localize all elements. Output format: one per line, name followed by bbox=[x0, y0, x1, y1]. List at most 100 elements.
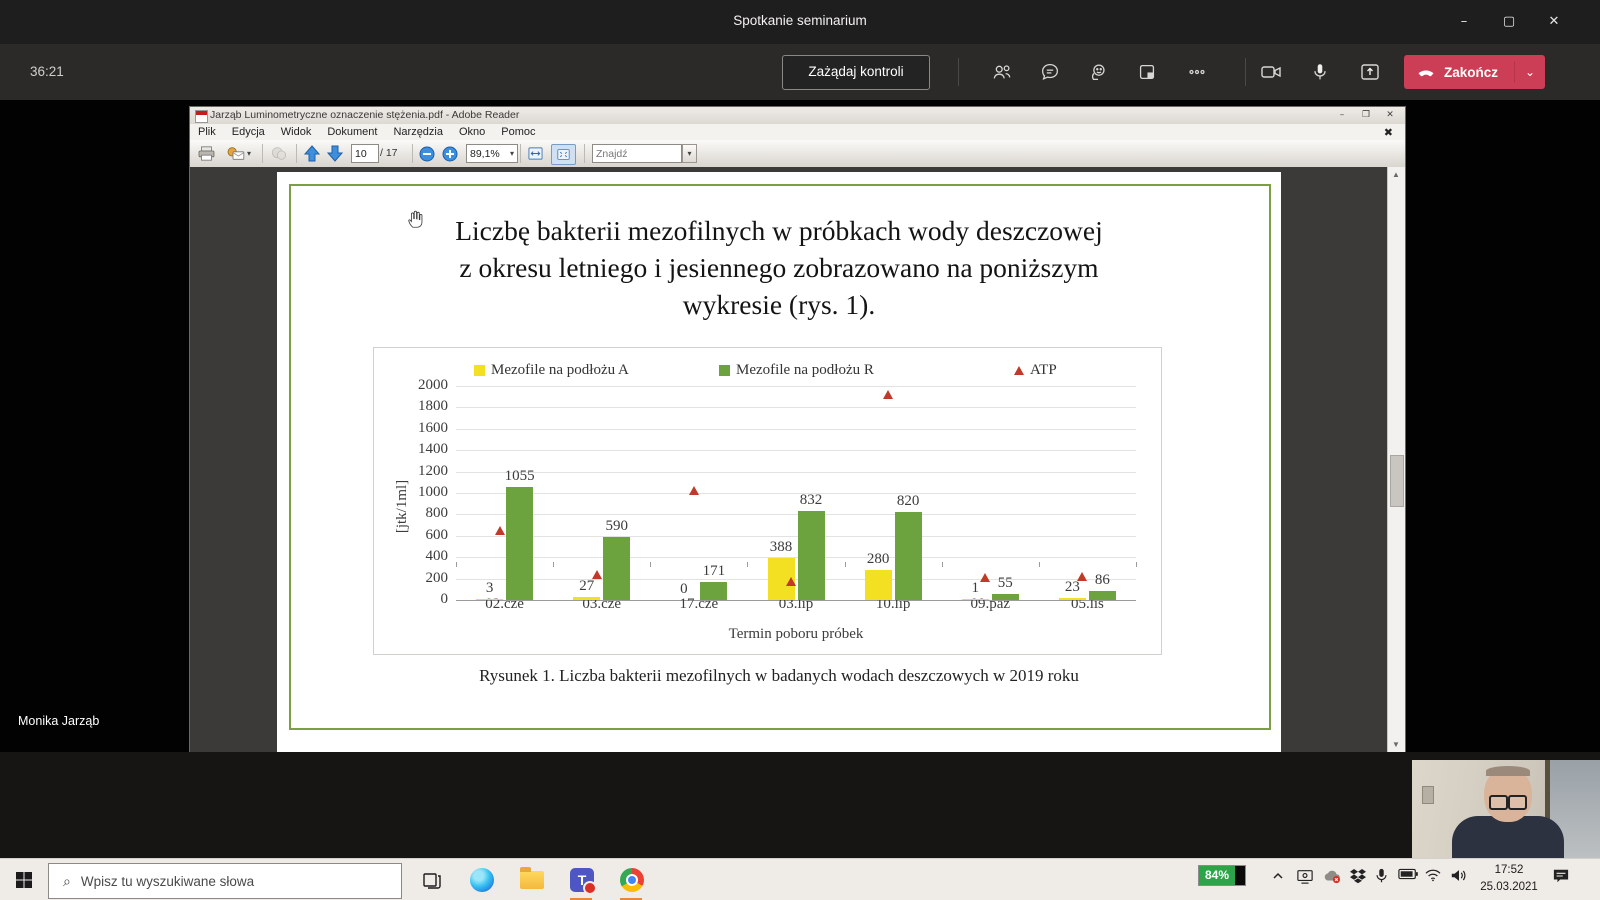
bar-mezofile-r bbox=[992, 594, 1019, 600]
taskbar-clock[interactable]: 17:52 25.03.2021 bbox=[1476, 862, 1542, 896]
onedrive-sync-error-icon[interactable] bbox=[1322, 868, 1342, 884]
atp-marker bbox=[495, 526, 505, 535]
category-label: 02.cze bbox=[457, 596, 553, 613]
menu-narzędzia[interactable]: Narzędzia bbox=[385, 126, 451, 138]
edge-browser-icon[interactable] bbox=[468, 866, 496, 894]
volume-icon[interactable] bbox=[1450, 868, 1468, 883]
vertical-scrollbar[interactable]: ▲ ▼ bbox=[1387, 167, 1405, 752]
legend-swatch bbox=[719, 365, 730, 376]
zoom-out-button[interactable] bbox=[419, 144, 435, 163]
atp-marker bbox=[980, 573, 990, 582]
menu-plik[interactable]: Plik bbox=[190, 126, 224, 138]
teams-app-icon[interactable]: T bbox=[568, 866, 596, 894]
bar-value-label-r: 590 bbox=[587, 518, 647, 535]
search-placeholder: Wpisz tu wyszukiwane słowa bbox=[81, 874, 254, 889]
menu-widok[interactable]: Widok bbox=[273, 126, 320, 138]
print-button[interactable] bbox=[198, 144, 215, 163]
y-tick-label: 1400 bbox=[386, 441, 448, 458]
y-axis-label: [jtk/1ml] bbox=[394, 480, 411, 533]
start-button[interactable] bbox=[10, 869, 38, 891]
email-attach-button[interactable]: ▾ bbox=[226, 144, 251, 163]
page-number-input[interactable]: 10 bbox=[351, 144, 379, 163]
x-axis-tick bbox=[650, 562, 651, 567]
wall-frame bbox=[1422, 786, 1434, 804]
end-call-chevron[interactable]: ⌄ bbox=[1514, 61, 1545, 83]
file-explorer-icon[interactable] bbox=[518, 866, 546, 894]
battery-percent-label: 84% bbox=[1199, 866, 1235, 885]
category-label: 03.cze bbox=[554, 596, 650, 613]
adobe-restore-button[interactable]: ❐ bbox=[1355, 108, 1377, 122]
x-axis-tick bbox=[1136, 562, 1137, 567]
mic-icon[interactable] bbox=[1306, 58, 1334, 86]
scrolling-mode-button[interactable] bbox=[527, 144, 544, 163]
menu-edycja[interactable]: Edycja bbox=[224, 126, 273, 138]
scroll-down-icon[interactable]: ▼ bbox=[1391, 740, 1401, 749]
request-control-button[interactable]: Zażądaj kontroli bbox=[782, 55, 930, 90]
participants-icon[interactable] bbox=[988, 58, 1016, 86]
window-close-button[interactable]: ✕ bbox=[1537, 10, 1571, 34]
chat-icon[interactable] bbox=[1036, 58, 1064, 86]
reactions-icon[interactable] bbox=[1084, 58, 1112, 86]
divider bbox=[958, 58, 959, 86]
bar-mezofile-a bbox=[573, 597, 600, 600]
adobe-close-button[interactable]: ✕ bbox=[1379, 108, 1401, 122]
adobe-reader-window: Jarząb Luminometryczne oznaczenie stężen… bbox=[190, 107, 1405, 752]
scroll-up-icon[interactable]: ▲ bbox=[1391, 170, 1401, 179]
fit-page-button-active[interactable] bbox=[551, 144, 576, 165]
bar-mezofile-r bbox=[506, 487, 533, 600]
menu-pomoc[interactable]: Pomoc bbox=[493, 126, 543, 138]
menu-okno[interactable]: Okno bbox=[451, 126, 493, 138]
document-close-icon[interactable]: ✖ bbox=[1376, 126, 1401, 139]
adobe-minimize-button[interactable]: – bbox=[1331, 108, 1353, 122]
taskbar-search-input[interactable]: ⌕ Wpisz tu wyszukiwane słowa bbox=[48, 863, 402, 899]
chrome-browser-icon[interactable] bbox=[618, 866, 646, 894]
end-call-label: Zakończ bbox=[1444, 65, 1498, 80]
end-call-button[interactable]: Zakończ ⌄ bbox=[1404, 55, 1545, 89]
zoom-in-button[interactable] bbox=[442, 144, 458, 163]
bar-mezofile-r bbox=[1089, 591, 1116, 600]
atp-marker bbox=[883, 390, 893, 399]
action-center-icon[interactable] bbox=[1552, 868, 1570, 884]
atp-marker bbox=[786, 577, 796, 586]
more-options-icon[interactable] bbox=[1183, 58, 1211, 86]
divider bbox=[1245, 58, 1246, 86]
pdf-canvas: Liczbę bakterii mezofilnych w próbkach w… bbox=[190, 167, 1405, 752]
tray-battery-icon[interactable] bbox=[1398, 868, 1418, 880]
battery-percent-widget[interactable]: 84% bbox=[1198, 865, 1246, 886]
gridline bbox=[456, 429, 1136, 430]
bar-value-label-r: 1055 bbox=[490, 468, 550, 485]
hand-cursor-icon bbox=[405, 208, 427, 230]
gridline bbox=[456, 386, 1136, 387]
y-tick-label: 1200 bbox=[386, 463, 448, 480]
scrollbar-thumb[interactable] bbox=[1390, 455, 1404, 507]
y-tick-label: 400 bbox=[386, 548, 448, 565]
bar-mezofile-r bbox=[700, 582, 727, 600]
clock-time: 17:52 bbox=[1476, 862, 1542, 879]
breakout-rooms-icon[interactable] bbox=[1133, 58, 1161, 86]
legend-swatch bbox=[474, 365, 485, 376]
find-input[interactable]: Znajdź bbox=[592, 144, 682, 163]
cast-display-icon[interactable] bbox=[1296, 868, 1314, 884]
window-restore-button[interactable]: ▢ bbox=[1492, 10, 1526, 34]
tray-mic-icon[interactable] bbox=[1374, 868, 1389, 884]
menu-dokument[interactable]: Dokument bbox=[319, 126, 385, 138]
window-minimize-button[interactable]: – bbox=[1447, 10, 1481, 34]
camera-icon[interactable] bbox=[1257, 58, 1285, 86]
find-options-dropdown[interactable]: ▾ bbox=[682, 144, 697, 163]
share-screen-icon[interactable] bbox=[1356, 58, 1384, 86]
next-page-button[interactable] bbox=[326, 144, 344, 163]
windows-taskbar: ⌕ Wpisz tu wyszukiwane słowa T bbox=[0, 858, 1600, 900]
self-video-tile[interactable] bbox=[1412, 760, 1600, 858]
wifi-icon[interactable] bbox=[1424, 868, 1442, 882]
zoom-level-select[interactable]: 89,1%▾ bbox=[466, 144, 518, 163]
x-axis-tick bbox=[1039, 562, 1040, 567]
gridline bbox=[456, 557, 1136, 558]
dropbox-icon[interactable] bbox=[1350, 868, 1366, 884]
previous-page-button[interactable] bbox=[303, 144, 321, 163]
task-view-icon[interactable] bbox=[418, 866, 446, 894]
screen: Spotkanie seminarium – ▢ ✕ 36:21 Zażądaj… bbox=[0, 0, 1600, 900]
teams-controlbar: 36:21 Zażądaj kontroli Zako bbox=[0, 44, 1600, 101]
tray-expand-icon[interactable] bbox=[1270, 868, 1286, 884]
category-label: 17.cze bbox=[651, 596, 747, 613]
gridline bbox=[456, 472, 1136, 473]
